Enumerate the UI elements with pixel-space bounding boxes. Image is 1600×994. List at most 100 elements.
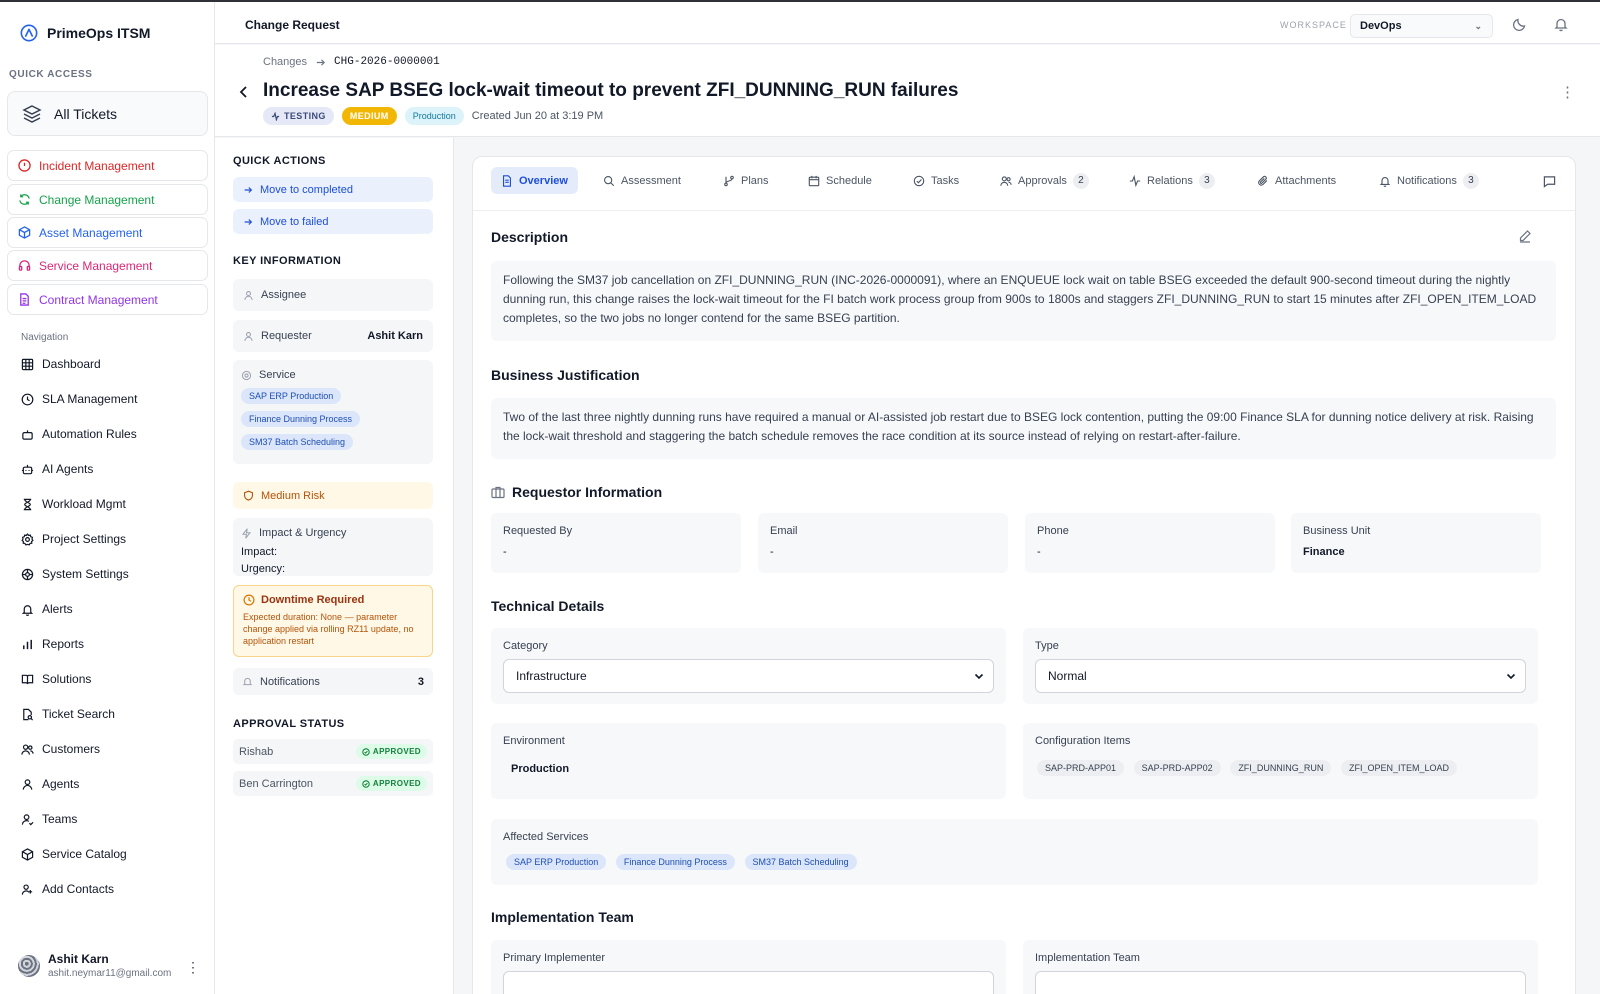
implementation-heading: Implementation Team bbox=[491, 909, 634, 925]
nav-ai-agents[interactable]: AI Agents bbox=[21, 462, 93, 476]
tab-label: Tasks bbox=[931, 174, 960, 187]
arrow-right-icon bbox=[316, 58, 326, 66]
downtime-text: Expected duration: None — parameter chan… bbox=[243, 612, 414, 646]
service-chip[interactable]: SAP ERP Production bbox=[241, 388, 342, 404]
nav-service-catalog[interactable]: Service Catalog bbox=[21, 847, 127, 861]
category-value: Infrastructure bbox=[516, 669, 587, 683]
workspace-select[interactable]: DevOps ⌄ bbox=[1350, 14, 1493, 38]
layers-icon bbox=[22, 104, 42, 123]
environment-label: Environment bbox=[503, 735, 565, 747]
service-chip[interactable]: Finance Dunning Process bbox=[241, 411, 361, 427]
tab-plans[interactable]: Plans bbox=[713, 167, 779, 194]
nav-label: Automation Rules bbox=[42, 427, 137, 441]
category-select[interactable]: Infrastructure bbox=[503, 659, 994, 693]
status-label: TESTING bbox=[284, 111, 326, 121]
nav-label: AI Agents bbox=[42, 462, 94, 476]
affected-service-chip[interactable]: Finance Dunning Process bbox=[615, 854, 735, 870]
chevron-left-icon[interactable] bbox=[235, 83, 253, 101]
ci-chip[interactable]: SAP-PRD-APP01 bbox=[1037, 760, 1125, 776]
tab-approvals[interactable]: Approvals 2 bbox=[990, 167, 1099, 194]
ci-chip[interactable]: ZFI_DUNNING_RUN bbox=[1230, 760, 1332, 776]
move-to-failed-button[interactable]: Move to failed bbox=[233, 209, 433, 234]
all-tickets-button[interactable]: All Tickets bbox=[7, 91, 208, 136]
environment-field: Environment Production bbox=[491, 723, 1006, 799]
affected-service-chip[interactable]: SM37 Batch Scheduling bbox=[744, 854, 857, 870]
module-change-management[interactable]: Change Management bbox=[7, 184, 208, 215]
ci-chip[interactable]: ZFI_OPEN_ITEM_LOAD bbox=[1340, 760, 1457, 776]
brand[interactable]: PrimeOps ITSM bbox=[20, 24, 150, 42]
tab-label: Overview bbox=[519, 174, 568, 187]
nav-system-settings[interactable]: System Settings bbox=[21, 567, 129, 581]
tab-notifications[interactable]: Notifications 3 bbox=[1369, 167, 1489, 194]
requester-value: Ashit Karn bbox=[367, 330, 423, 342]
nav-automation-rules[interactable]: Automation Rules bbox=[21, 427, 137, 441]
clock-icon bbox=[21, 393, 34, 405]
document-icon bbox=[503, 174, 511, 187]
alert-circle-icon bbox=[18, 159, 31, 172]
affected-service-chip[interactable]: SAP ERP Production bbox=[506, 854, 607, 870]
requested-by-field: Requested By - bbox=[491, 513, 741, 573]
nav-add-contacts[interactable]: Add Contacts bbox=[21, 882, 114, 896]
tab-schedule[interactable]: Schedule bbox=[798, 167, 882, 194]
nav-agents[interactable]: Agents bbox=[21, 777, 79, 791]
nav-dashboard[interactable]: Dashboard bbox=[21, 357, 101, 371]
message-square-icon[interactable] bbox=[1543, 175, 1556, 188]
more-vertical-icon[interactable]: ⋮ bbox=[1560, 83, 1575, 101]
nav-label: System Settings bbox=[42, 567, 129, 581]
approval-row: Ben Carrington APPROVED bbox=[233, 771, 433, 796]
bell-icon[interactable] bbox=[1553, 16, 1569, 32]
calendar-icon bbox=[808, 175, 820, 186]
tab-relations[interactable]: Relations 3 bbox=[1119, 167, 1225, 194]
nav-teams[interactable]: Teams bbox=[21, 812, 77, 826]
tab-attachments[interactable]: Attachments bbox=[1247, 167, 1346, 194]
user-profile[interactable]: Ashit Karn ashit.neymar11@gmail.com bbox=[18, 952, 171, 979]
notifications-card[interactable]: Notifications 3 bbox=[233, 668, 433, 695]
tab-tasks[interactable]: Tasks bbox=[903, 167, 969, 194]
tab-assessment[interactable]: Assessment bbox=[593, 167, 691, 194]
approval-status-heading: APPROVAL STATUS bbox=[233, 718, 345, 730]
breadcrumb-parent[interactable]: Changes bbox=[263, 56, 307, 68]
workspace-label: WORKSPACE bbox=[1280, 20, 1347, 30]
service-chip[interactable]: SM37 Batch Scheduling bbox=[241, 434, 354, 450]
impact-urgency-card: Impact & Urgency Impact: Urgency: bbox=[233, 518, 433, 576]
module-incident-management[interactable]: Incident Management bbox=[7, 150, 208, 181]
impact-urgency-label: Impact & Urgency bbox=[259, 527, 347, 539]
primary-implementer-select[interactable] bbox=[503, 971, 994, 994]
primary-implementer-label: Primary Implementer bbox=[503, 952, 606, 964]
module-label: Asset Management bbox=[39, 225, 143, 240]
impact-label: Impact: bbox=[241, 546, 278, 558]
type-field: Type Normal bbox=[1023, 628, 1538, 704]
nav-ticket-search[interactable]: Ticket Search bbox=[21, 707, 115, 721]
implementation-team-select[interactable] bbox=[1035, 971, 1526, 994]
moon-icon[interactable] bbox=[1512, 16, 1528, 32]
module-asset-management[interactable]: Asset Management bbox=[7, 217, 208, 248]
nav-reports[interactable]: Reports bbox=[21, 637, 84, 651]
user-check-icon bbox=[21, 813, 34, 825]
module-label: Service Management bbox=[39, 258, 153, 273]
assignee-card[interactable]: Assignee bbox=[233, 279, 433, 311]
move-to-completed-button[interactable]: Move to completed bbox=[233, 177, 433, 202]
user-icon bbox=[22, 778, 33, 790]
service-label: Service bbox=[259, 369, 296, 381]
configuration-items-field: Configuration Items SAP-PRD-APP01 SAP-PR… bbox=[1023, 723, 1538, 799]
nav-alerts[interactable]: Alerts bbox=[21, 602, 73, 616]
nav-sla-management[interactable]: SLA Management bbox=[21, 392, 137, 406]
change-header: Changes CHG-2026-0000001 Increase SAP BS… bbox=[215, 45, 1600, 137]
nav-project-settings[interactable]: Project Settings bbox=[21, 532, 126, 546]
logo-icon bbox=[20, 24, 38, 42]
edit-icon[interactable] bbox=[1518, 229, 1532, 243]
tab-overview[interactable]: Overview bbox=[491, 167, 578, 194]
module-service-management[interactable]: Service Management bbox=[7, 250, 208, 281]
more-vertical-icon[interactable]: ⋮ bbox=[186, 960, 200, 974]
nav-customers[interactable]: Customers bbox=[21, 742, 100, 756]
field-value: - bbox=[1037, 546, 1041, 558]
module-contract-management[interactable]: Contract Management bbox=[7, 284, 208, 315]
type-label: Type bbox=[1035, 640, 1059, 652]
environment-badge: Production bbox=[404, 107, 464, 125]
nav-workload-mgmt[interactable]: Workload Mgmt bbox=[21, 497, 126, 511]
type-select[interactable]: Normal bbox=[1035, 659, 1526, 693]
ci-chip[interactable]: SAP-PRD-APP02 bbox=[1133, 760, 1221, 776]
nav-solutions[interactable]: Solutions bbox=[21, 672, 91, 686]
user-icon bbox=[244, 331, 253, 341]
tab-label: Relations bbox=[1147, 174, 1193, 187]
